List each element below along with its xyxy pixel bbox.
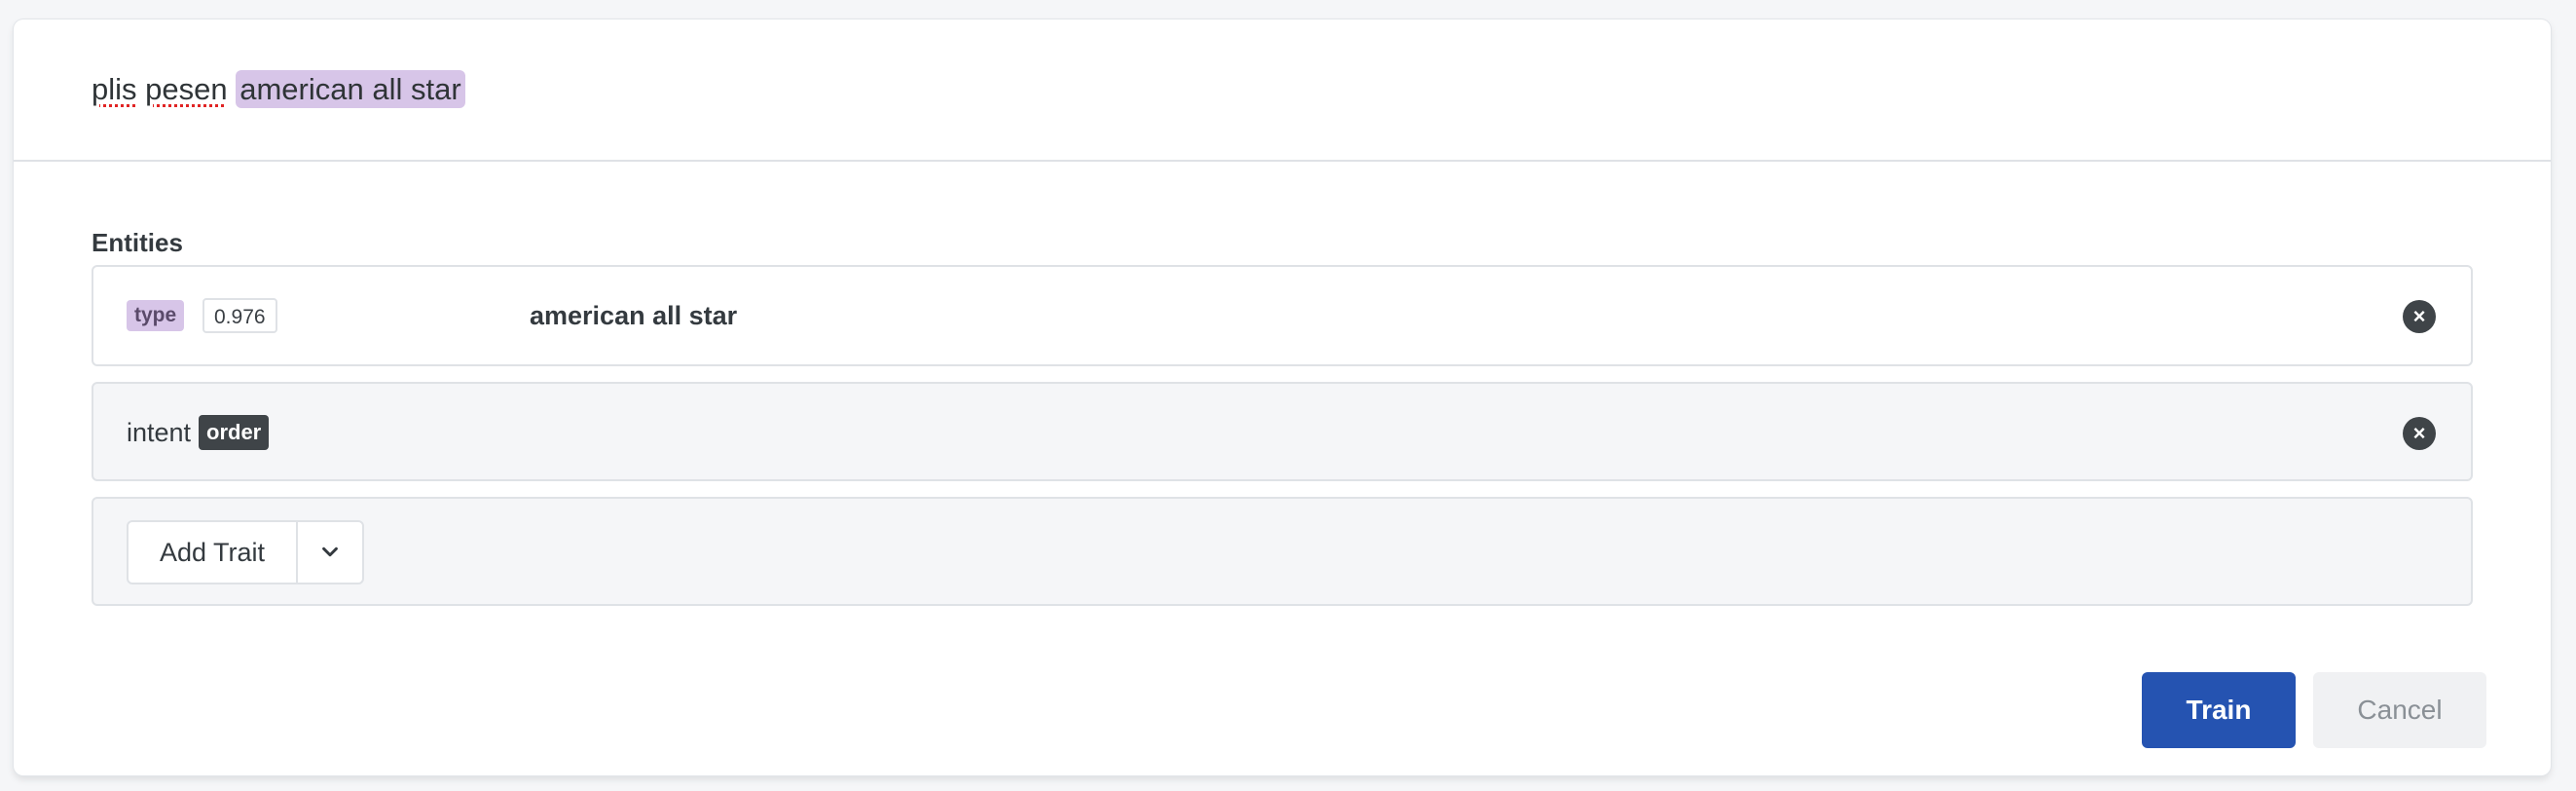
cancel-button[interactable]: Cancel [2313,672,2486,748]
add-trait-split-button: Add Trait [127,520,364,584]
entities-heading: Entities [92,228,183,257]
entity-row: type 0.976 american all star × [92,265,2473,366]
add-trait-dropdown-toggle[interactable] [298,522,362,583]
utterance-word[interactable]: pesen [145,72,227,106]
utterance-panel: plis pesen american all star [14,19,2551,162]
add-trait-row: Add Trait [92,497,2473,606]
remove-entity-button[interactable]: × [2403,300,2436,333]
close-icon: × [2412,421,2426,445]
utterance-text[interactable]: plis pesen american all star [92,70,465,109]
train-button[interactable]: Train [2142,672,2296,748]
utterance-word[interactable]: plis [92,72,137,106]
training-card: plis pesen american all star Entities ty… [14,19,2551,775]
remove-trait-button[interactable]: × [2403,417,2436,450]
trait-value-badge[interactable]: order [199,415,270,450]
confidence-score: 0.976 [202,298,277,333]
close-icon: × [2412,304,2426,328]
entity-highlight[interactable]: american all star [236,70,465,108]
entity-type-badge[interactable]: type [127,300,185,331]
trait-name: intent [127,418,192,447]
entity-value: american all star [530,301,738,330]
chevron-down-icon [322,546,338,557]
trait-row: intent order × [92,382,2473,481]
add-trait-button[interactable]: Add Trait [129,522,298,583]
